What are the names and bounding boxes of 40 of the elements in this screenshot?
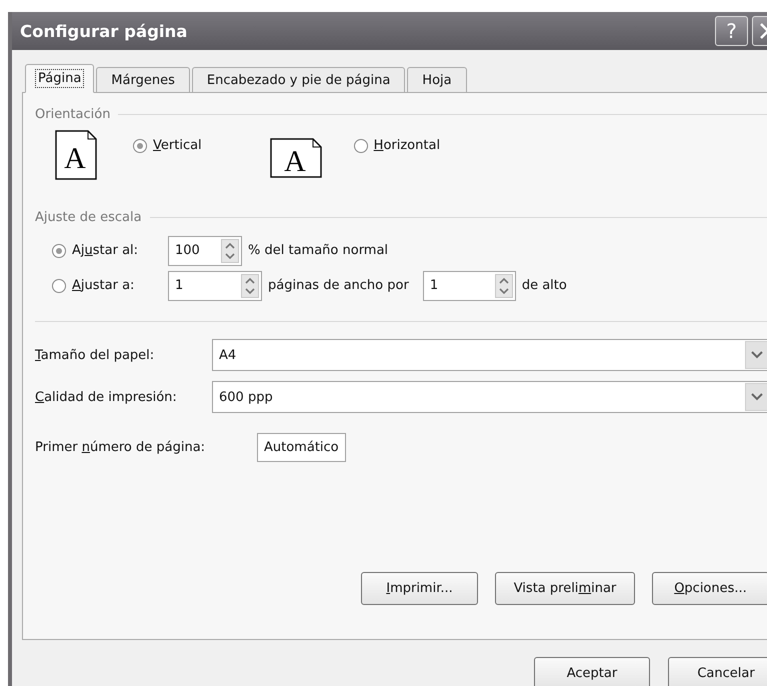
group-heading: Orientación: [35, 107, 110, 122]
field-label: Tamaño del papel:: [35, 348, 156, 362]
portrait-page-icon: A: [55, 130, 97, 180]
paper-size-dropdown[interactable]: A4: [212, 339, 767, 371]
number-spinner[interactable]: 100: [168, 236, 242, 266]
tab[interactable]: Hoja: [407, 67, 467, 93]
dropdown-arrow-icon[interactable]: [745, 383, 767, 411]
panel-button[interactable]: Vista preliminar: [495, 572, 635, 605]
tab[interactable]: Página: [25, 64, 94, 93]
field-label: Calidad de impresión:: [35, 390, 178, 404]
tab[interactable]: Encabezado y pie de página: [192, 67, 406, 93]
dialog-button[interactable]: Aceptar: [534, 657, 650, 686]
spinner-suffix: páginas de ancho por: [268, 278, 409, 293]
window-title: Configurar página: [20, 22, 188, 40]
number-spinner[interactable]: 1: [168, 270, 262, 300]
radio-button[interactable]: [52, 278, 66, 292]
dialog-button[interactable]: Cancelar: [668, 657, 767, 686]
dropdown-arrow-icon[interactable]: [745, 341, 767, 369]
number-spinner[interactable]: 1: [422, 270, 516, 300]
spin-arrows-icon[interactable]: [221, 238, 239, 262]
spin-arrows-icon[interactable]: [241, 274, 259, 298]
first-page-number-field[interactable]: Automático: [257, 432, 346, 462]
radio-button[interactable]: [52, 244, 66, 258]
panel-button[interactable]: Opciones...: [652, 572, 767, 605]
spinner-suffix: de alto: [522, 278, 567, 293]
group-heading: Ajuste de escala: [35, 210, 142, 225]
spin-arrows-icon[interactable]: [494, 274, 513, 298]
tab[interactable]: Márgenes: [96, 67, 190, 93]
radio-label: Vertical: [153, 138, 202, 153]
radio-label: Ajustar a:: [72, 278, 136, 293]
spinner-suffix: % del tamaño normal: [248, 243, 388, 258]
panel-button[interactable]: Imprimir...: [361, 572, 478, 605]
field-label: Primer número de página:: [35, 440, 206, 454]
radio-button[interactable]: [354, 138, 368, 152]
print-quality-dropdown[interactable]: 600 ppp: [212, 381, 767, 413]
landscape-page-icon: A: [270, 138, 322, 178]
radio-button[interactable]: [133, 138, 147, 152]
radio-label: Ajustar al:: [72, 243, 140, 258]
help-button[interactable]: ?: [715, 16, 748, 46]
radio-label: Horizontal: [374, 138, 440, 153]
